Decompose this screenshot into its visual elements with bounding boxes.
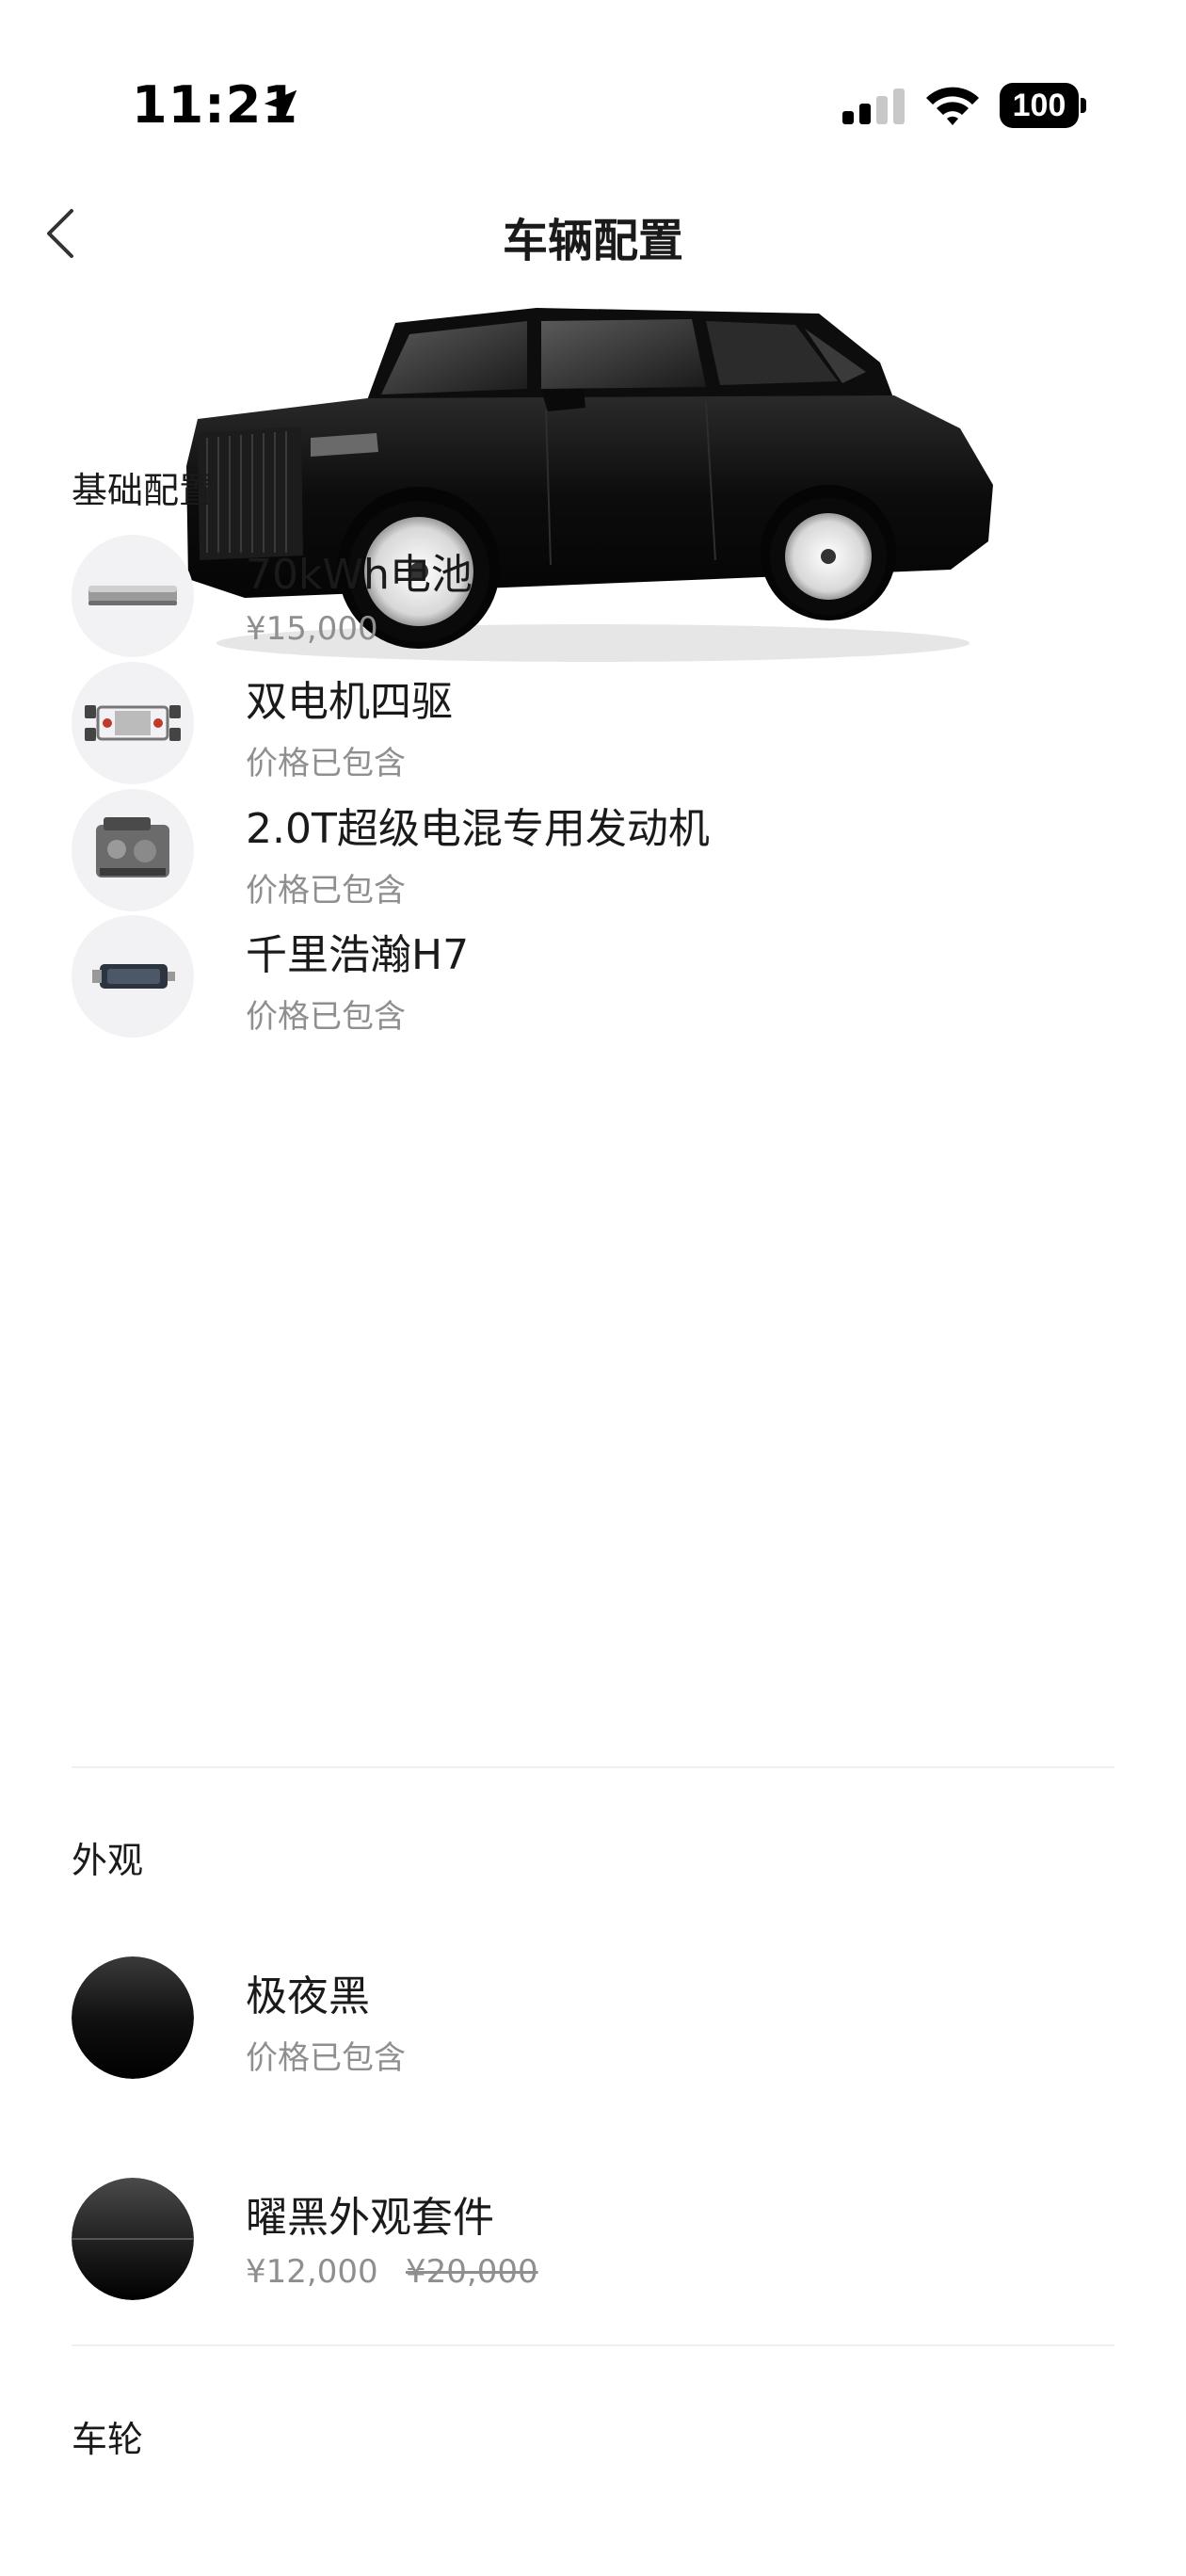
config-item-chip[interactable]: 千里浩瀚H7 价格已包含 [72,915,1116,1047]
compute-module-icon [72,915,194,1038]
item-price: 价格已包含 [246,872,406,910]
item-name: 曜黑外观套件 [246,2194,494,2242]
battery-tip [1081,98,1086,113]
item-price: ¥15,000 [246,610,378,648]
wifi-icon [926,87,979,125]
engine-icon [72,789,194,911]
page-title: 车辆配置 [502,215,683,267]
chassis-drivetrain-icon [72,662,194,784]
item-name: 双电机四驱 [246,678,453,726]
config-item-exterior-kit[interactable]: 曜黑外观套件 ¥12,000 ¥20,000 [72,2178,1116,2310]
item-price: 价格已包含 [246,2039,406,2077]
item-name: 极夜黑 [246,1972,370,2021]
config-item-dual-motor[interactable]: 双电机四驱 价格已包含 [72,662,1116,794]
location-arrow-icon [264,89,297,123]
item-price: 价格已包含 [246,745,406,782]
section-title-wheels: 车轮 [72,2419,144,2460]
section-divider [72,1766,1114,1768]
original-price: ¥20,000 [406,2253,538,2291]
config-item-paint-black[interactable]: 极夜黑 价格已包含 [72,1956,1116,2088]
section-divider [72,2344,1114,2346]
section-title-basic: 基础配置 [72,470,216,511]
battery-indicator: 100 [1000,83,1086,128]
item-price: 价格已包含 [246,998,406,1036]
item-name: 千里浩瀚H7 [246,931,470,979]
status-bar: 11:21 100 [0,0,1186,188]
color-swatch-black-icon [72,1956,194,2079]
item-name: 70kWh电池 [246,551,473,599]
color-swatch-obsidian-icon [72,2178,194,2300]
section-title-exterior: 外观 [72,1840,144,1881]
item-name: 2.0T超级电混专用发动机 [246,805,710,853]
cellular-signal-icon [842,89,905,124]
battery-pack-icon [72,535,194,657]
battery-level: 100 [1000,83,1079,128]
config-item-engine[interactable]: 2.0T超级电混专用发动机 价格已包含 [72,789,1116,921]
nav-bar: 车辆配置 [0,179,1186,282]
config-item-battery[interactable]: 70kWh电池 ¥15,000 [72,535,1116,667]
item-price: ¥12,000 [246,2253,378,2291]
